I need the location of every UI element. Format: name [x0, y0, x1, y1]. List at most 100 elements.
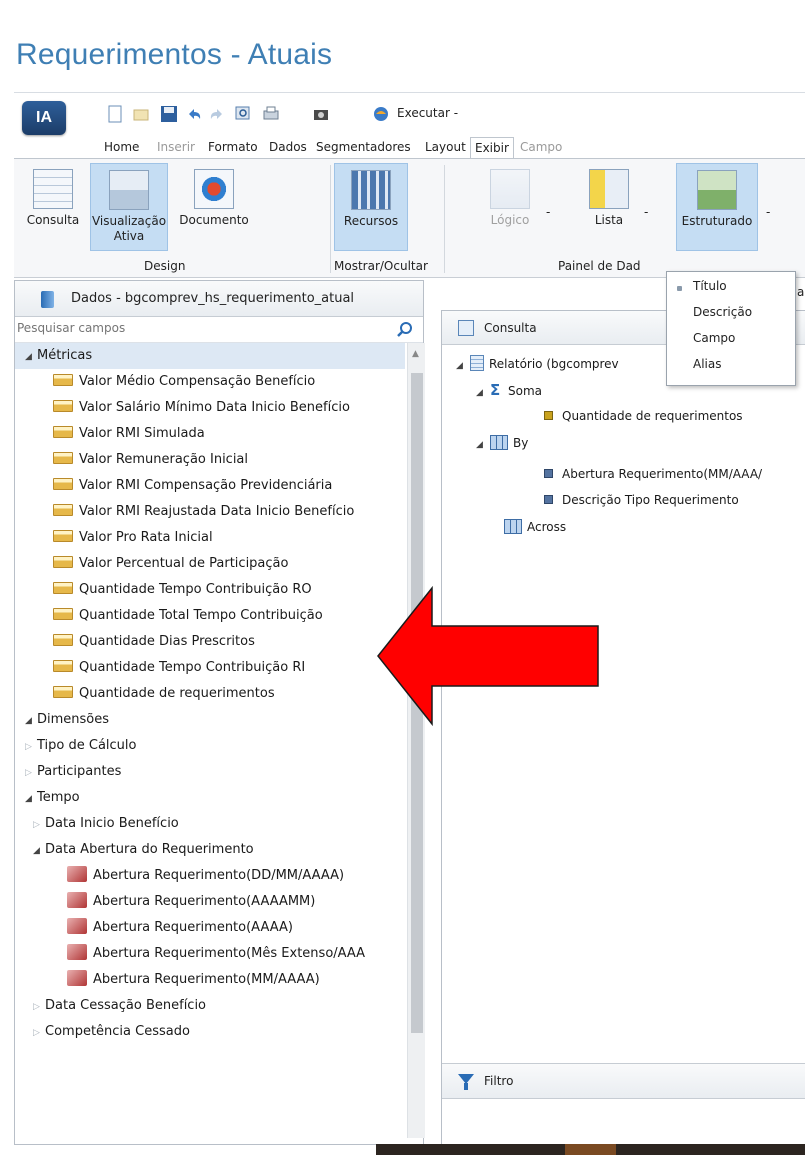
search-input[interactable] — [17, 321, 387, 335]
open-icon[interactable] — [132, 105, 150, 123]
run-icon[interactable] — [372, 105, 390, 123]
date-dimension-icon — [67, 970, 87, 986]
list-item[interactable]: Quantidade de requerimentos — [53, 681, 275, 707]
query-node-report[interactable]: ◢ Relatório (bgcomprev — [456, 355, 619, 371]
query-node-by[interactable]: ◢ By — [476, 435, 528, 450]
list-item[interactable]: Abertura Requerimento(Mês Extenso/AAA — [67, 941, 365, 967]
tab-segmentadores[interactable]: Segmentadores — [312, 137, 415, 159]
tab-exibir[interactable]: Exibir — [470, 137, 514, 160]
save-icon[interactable] — [160, 105, 178, 123]
list-item[interactable]: Abertura Requerimento(MM/AAAA) — [67, 967, 320, 993]
expanded-icon[interactable]: ◢ — [33, 838, 45, 864]
scroll-up-icon[interactable]: ▲ — [412, 349, 419, 359]
app-logo[interactable]: IA — [22, 101, 66, 135]
date-dimension-icon — [67, 944, 87, 960]
list-item[interactable]: Valor Remuneração Inicial — [53, 447, 248, 473]
list-item[interactable]: Valor RMI Compensação Previdenciária — [53, 473, 332, 499]
query-node-soma[interactable]: ◢ Σ Soma — [476, 381, 542, 399]
list-item[interactable]: Quantidade Dias Prescritos — [53, 629, 255, 655]
collapsed-icon[interactable]: ▷ — [33, 1020, 45, 1046]
menu-item-campo[interactable]: Campo — [693, 331, 735, 345]
tree-node-metricas[interactable]: ◢ Métricas — [15, 343, 405, 369]
menu-item-descricao[interactable]: Descrição — [693, 305, 752, 319]
menu-item-titulo[interactable]: Título — [693, 279, 727, 293]
ribbon-partial-label: a — [797, 285, 805, 299]
page-title: Requerimentos - Atuais — [16, 38, 333, 71]
measure-icon — [53, 556, 73, 568]
collapsed-icon[interactable]: ▷ — [33, 994, 45, 1020]
taskbar-strip — [376, 1144, 805, 1155]
visualizacao-ativa-button[interactable]: Visualização Ativa — [90, 163, 168, 251]
expanded-icon[interactable]: ◢ — [476, 388, 490, 398]
list-item[interactable]: Abertura Requerimento(DD/MM/AAAA) — [67, 863, 344, 889]
search-icon[interactable] — [396, 321, 414, 339]
lista-button[interactable]: Lista — [578, 163, 640, 251]
tab-inserir[interactable]: Inserir — [153, 137, 199, 159]
collapsed-icon[interactable]: ▷ — [25, 760, 37, 786]
list-item[interactable]: Valor Percentual de Participação — [53, 551, 288, 577]
camera-icon[interactable] — [312, 105, 330, 123]
query-field[interactable]: Abertura Requerimento(MM/AAA/ — [544, 467, 762, 481]
menu-item-alias[interactable]: Alias — [693, 357, 721, 371]
logico-dropdown-arrow[interactable]: - — [546, 205, 550, 219]
tree-node-participantes[interactable]: ▷ Participantes — [25, 759, 121, 785]
expanded-icon[interactable]: ◢ — [25, 786, 37, 812]
estruturado-dropdown-arrow[interactable]: - — [766, 205, 770, 219]
structured-view-menu: Título Descrição Campo Alias — [666, 271, 796, 386]
sum-icon: Σ — [490, 381, 501, 399]
new-icon[interactable] — [106, 105, 124, 123]
vertical-scrollbar[interactable]: ▲ — [407, 343, 425, 1138]
measure-icon — [53, 504, 73, 516]
recursos-button[interactable]: Recursos — [334, 163, 408, 251]
tab-dados[interactable]: Dados — [265, 137, 311, 159]
database-icon — [41, 291, 54, 308]
tree-node-data-inicio[interactable]: ▷ Data Inicio Benefício — [33, 811, 179, 837]
lista-dropdown-arrow[interactable]: - — [644, 205, 648, 219]
ribbon-tabs: Home Inserir Formato Dados Segmentadores… — [14, 137, 805, 160]
tree-node-tempo[interactable]: ◢ Tempo — [25, 785, 80, 811]
query-node-across[interactable]: Across — [504, 519, 566, 534]
expanded-icon[interactable]: ◢ — [476, 440, 490, 450]
expanded-icon[interactable]: ◢ — [456, 361, 470, 371]
list-icon — [589, 169, 629, 209]
list-item[interactable]: Quantidade Tempo Contribuição RI — [53, 655, 305, 681]
tree-node-tipo-calculo[interactable]: ▷ Tipo de Cálculo — [25, 733, 136, 759]
expanded-icon[interactable]: ◢ — [25, 344, 37, 370]
tree-node-competencia[interactable]: ▷ Competência Cessado — [33, 1019, 190, 1045]
list-item[interactable]: Valor Pro Rata Inicial — [53, 525, 213, 551]
run-button[interactable]: Executar - — [397, 106, 458, 120]
collapsed-icon[interactable]: ▷ — [33, 812, 45, 838]
expanded-icon[interactable]: ◢ — [25, 708, 37, 734]
tree-node-dimensoes[interactable]: ◢ Dimensões — [25, 707, 109, 733]
undo-icon[interactable] — [185, 105, 203, 123]
documento-button[interactable]: Documento — [174, 163, 254, 251]
print-icon[interactable] — [262, 105, 280, 123]
list-item[interactable]: Abertura Requerimento(AAAAMM) — [67, 889, 315, 915]
query-panel: Consulta ◢ Relatório (bgcomprev ◢ Σ Soma Qu… — [441, 310, 805, 1145]
logico-button[interactable]: Lógico — [480, 163, 540, 251]
estruturado-button[interactable]: Estruturado — [676, 163, 758, 251]
list-item[interactable]: Valor Médio Compensação Benefício — [53, 369, 315, 395]
tab-campo[interactable]: Campo — [516, 137, 566, 159]
measure-field-icon — [544, 411, 553, 420]
preview-icon[interactable] — [234, 105, 252, 123]
tab-formato[interactable]: Formato — [204, 137, 262, 159]
collapsed-icon[interactable]: ▷ — [25, 734, 37, 760]
tree-node-data-abertura[interactable]: ◢ Data Abertura do Requerimento — [33, 837, 254, 863]
tab-layout[interactable]: Layout — [421, 137, 470, 159]
list-item[interactable]: Valor RMI Simulada — [53, 421, 205, 447]
tab-home[interactable]: Home — [100, 137, 143, 159]
list-item[interactable]: Quantidade Total Tempo Contribuição — [53, 603, 323, 629]
list-item[interactable]: Valor Salário Mínimo Data Inicio Benefíc… — [53, 395, 350, 421]
consulta-button[interactable]: Consulta — [18, 163, 88, 251]
list-item[interactable]: Valor RMI Reajustada Data Inicio Benefíc… — [53, 499, 354, 525]
group-painel-dados-label: Painel de Dad — [558, 259, 641, 273]
redo-icon[interactable] — [208, 105, 226, 123]
search-row — [15, 317, 423, 343]
query-field[interactable]: Descrição Tipo Requerimento — [544, 493, 739, 507]
list-item[interactable]: Abertura Requerimento(AAAA) — [67, 915, 293, 941]
query-panel-title: Consulta — [484, 321, 537, 335]
tree-node-data-cessacao[interactable]: ▷ Data Cessação Benefício — [33, 993, 206, 1019]
query-field[interactable]: Quantidade de requerimentos — [544, 409, 743, 423]
list-item[interactable]: Quantidade Tempo Contribuição RO — [53, 577, 312, 603]
